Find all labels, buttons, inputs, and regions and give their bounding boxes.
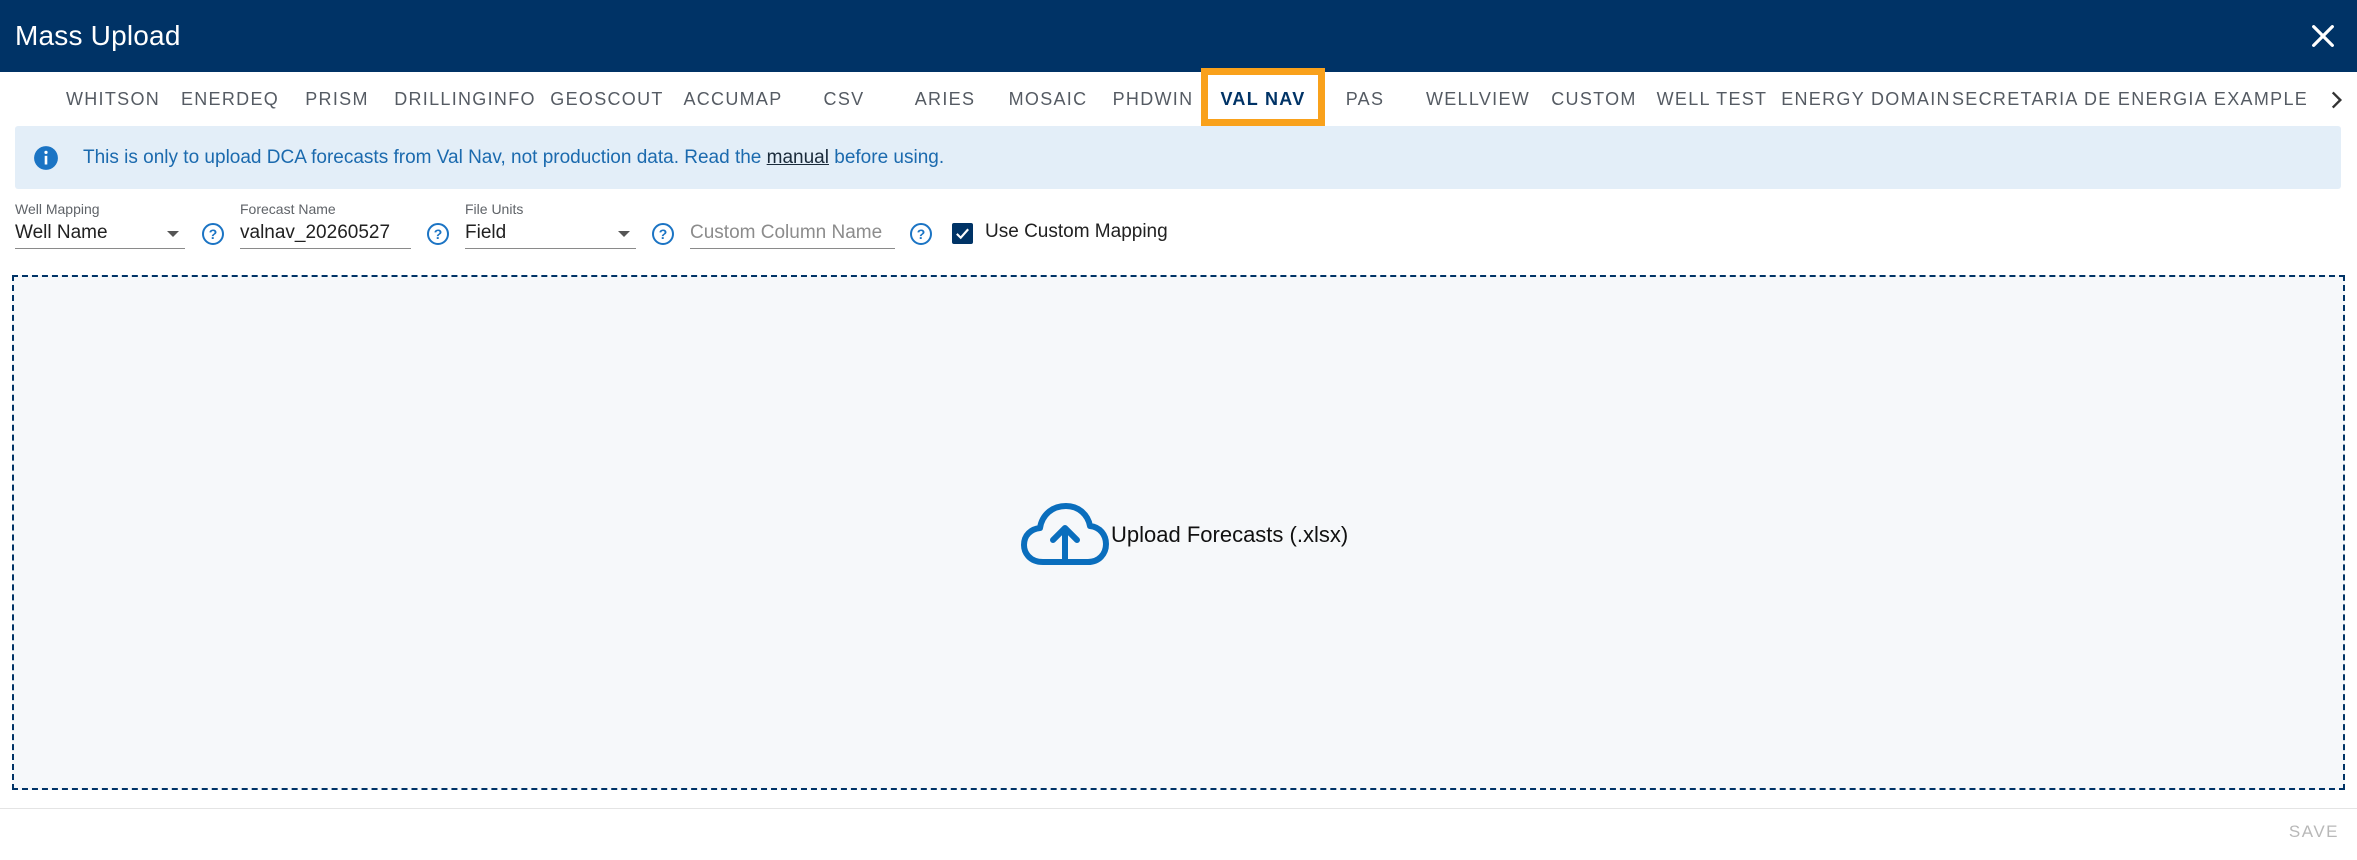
tab-pas[interactable]: PAS bbox=[1328, 72, 1402, 126]
help-icon[interactable]: ? bbox=[651, 222, 675, 246]
svg-text:?: ? bbox=[209, 226, 218, 242]
dropdown-arrow-icon bbox=[618, 231, 630, 237]
info-icon bbox=[34, 145, 58, 170]
file-units-label: File Units bbox=[465, 201, 524, 217]
svg-text:?: ? bbox=[434, 226, 443, 242]
upload-label: Upload Forecasts (.xlsx) bbox=[1111, 522, 1349, 547]
tab-prism[interactable]: PRISM bbox=[293, 72, 381, 126]
source-tabs: WHITSON ENERDEQ PRISM DRILLINGINFO GEOSC… bbox=[0, 72, 2357, 126]
tab-wellview[interactable]: WELLVIEW bbox=[1420, 72, 1536, 126]
dropdown-arrow-icon bbox=[167, 231, 179, 237]
manual-link[interactable]: manual bbox=[767, 147, 829, 168]
custom-column-input[interactable]: Custom Column Name bbox=[690, 219, 895, 249]
tab-drillinginfo[interactable]: DRILLINGINFO bbox=[394, 72, 534, 126]
use-custom-mapping-label[interactable]: Use Custom Mapping bbox=[985, 221, 1168, 243]
dialog-title: Mass Upload bbox=[15, 20, 181, 51]
custom-column-field[interactable]: Custom Column Name bbox=[690, 201, 895, 249]
well-mapping-text: Well Name bbox=[15, 222, 108, 243]
tab-csv[interactable]: CSV bbox=[804, 72, 884, 126]
file-units-value[interactable]: Field bbox=[465, 219, 636, 249]
dialog-header: Mass Upload bbox=[0, 0, 2357, 72]
footer-divider bbox=[0, 808, 2357, 809]
chevron-right-icon[interactable] bbox=[2323, 87, 2349, 113]
tab-whitson[interactable]: WHITSON bbox=[60, 72, 166, 126]
check-icon bbox=[956, 228, 969, 240]
tab-example[interactable]: EXAMPLE bbox=[2212, 72, 2310, 126]
info-alert: This is only to upload DCA forecasts fro… bbox=[15, 126, 2341, 189]
well-mapping-label: Well Mapping bbox=[15, 201, 100, 217]
alert-text: This is only to upload DCA forecasts fro… bbox=[83, 146, 767, 168]
tab-aries[interactable]: ARIES bbox=[902, 72, 988, 126]
svg-text:?: ? bbox=[659, 226, 668, 242]
help-icon[interactable]: ? bbox=[201, 222, 225, 246]
cloud-upload-icon bbox=[1021, 503, 1109, 565]
tab-custom[interactable]: CUSTOM bbox=[1546, 72, 1642, 126]
upload-prompt[interactable]: Upload Forecasts (.xlsx) bbox=[1021, 502, 1348, 568]
tab-energy-domain[interactable]: ENERGY DOMAIN bbox=[1781, 72, 1949, 126]
alert-message: This is only to upload DCA forecasts fro… bbox=[83, 147, 944, 169]
forecast-name-input[interactable]: valnav_20260527 bbox=[240, 219, 411, 249]
upload-dropzone[interactable]: Upload Forecasts (.xlsx) bbox=[12, 275, 2345, 790]
well-mapping-select[interactable]: Well Mapping Well Name bbox=[15, 201, 185, 249]
mass-upload-dialog: Mass Upload WHITSON ENERDEQ PRISM DRILLI… bbox=[0, 0, 2357, 860]
save-button[interactable]: SAVE bbox=[2289, 822, 2339, 842]
forecast-name-field[interactable]: Forecast Name valnav_20260527 bbox=[240, 201, 411, 249]
tab-geoscout[interactable]: GEOSCOUT bbox=[550, 72, 662, 126]
custom-column-label-spacer bbox=[690, 201, 895, 219]
file-units-select[interactable]: File Units Field bbox=[465, 201, 636, 249]
svg-text:?: ? bbox=[917, 226, 926, 242]
tab-val-nav[interactable]: VAL NAV bbox=[1208, 72, 1318, 126]
forecast-name-label: Forecast Name bbox=[240, 201, 336, 217]
tab-well-test[interactable]: WELL TEST bbox=[1656, 72, 1768, 126]
tab-phdwin[interactable]: PHDWIN bbox=[1107, 72, 1199, 126]
close-icon[interactable] bbox=[2307, 20, 2339, 52]
file-units-text: Field bbox=[465, 222, 507, 243]
help-icon[interactable]: ? bbox=[909, 222, 933, 246]
tab-enerdeq[interactable]: ENERDEQ bbox=[178, 72, 282, 126]
tab-secretaria-de-energia[interactable]: SECRETARIA DE ENERGIA bbox=[1952, 72, 2207, 126]
tab-mosaic[interactable]: MOSAIC bbox=[1004, 72, 1092, 126]
well-mapping-value[interactable]: Well Name bbox=[15, 219, 185, 249]
tab-accumap[interactable]: ACCUMAP bbox=[678, 72, 788, 126]
alert-text-end: before using. bbox=[828, 146, 945, 168]
help-icon[interactable]: ? bbox=[426, 222, 450, 246]
use-custom-mapping-checkbox[interactable] bbox=[952, 223, 973, 244]
